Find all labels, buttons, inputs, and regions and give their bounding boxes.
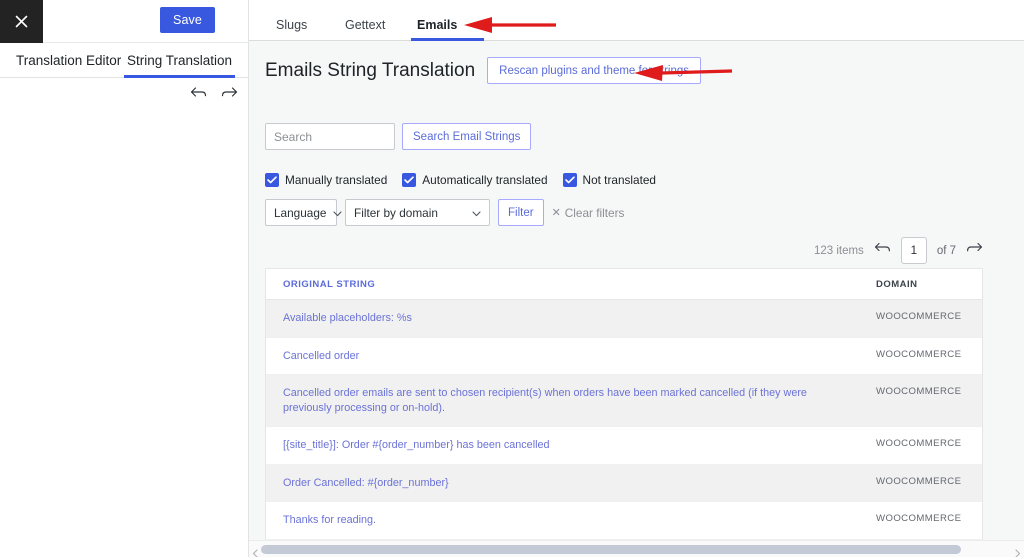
- checkmark-icon: [265, 173, 279, 187]
- original-string-link[interactable]: Thanks for reading.: [283, 514, 376, 526]
- undo-arrow-icon[interactable]: [190, 86, 207, 105]
- scroll-left-icon[interactable]: [252, 545, 259, 557]
- original-string-link[interactable]: Cancelled order: [283, 350, 359, 362]
- search-input[interactable]: [265, 123, 395, 150]
- main-panel: Slugs Gettext Emails Emails String Trans…: [249, 0, 1024, 557]
- checkbox-automatically-translated[interactable]: Automatically translated: [402, 173, 548, 187]
- cell-original-string: Available placeholders: %s: [266, 299, 862, 338]
- table-row[interactable]: Order Cancelled: #{order_number} WOOCOMM…: [266, 464, 982, 503]
- cell-domain: WOOCOMMERCE: [862, 337, 982, 376]
- cell-domain: WOOCOMMERCE: [862, 501, 982, 540]
- table-row[interactable]: [{site_title}]: Order #{order_number} ha…: [266, 426, 982, 465]
- tab-translation-editor[interactable]: Translation Editor: [16, 53, 121, 77]
- table-head: ORIGINAL STRING DOMAIN: [266, 269, 982, 300]
- strings-table: ORIGINAL STRING DOMAIN Available placeho…: [266, 269, 982, 557]
- cell-domain: WOOCOMMERCE: [862, 299, 982, 338]
- translation-status-filters: Manually translated Automatically transl…: [265, 173, 656, 187]
- language-select[interactable]: Language: [265, 199, 342, 226]
- checkbox-not-translated[interactable]: Not translated: [562, 173, 656, 187]
- chevron-down-icon: [472, 206, 481, 220]
- clear-filters-label: Clear filters: [564, 205, 625, 220]
- left-panel-tabs: Translation Editor String Translation: [0, 43, 248, 78]
- tab-gettext[interactable]: Gettext: [345, 18, 385, 32]
- clear-filters-button[interactable]: ✕ Clear filters: [552, 206, 625, 220]
- redo-arrow-icon[interactable]: [221, 86, 238, 105]
- search-email-strings-button[interactable]: Search Email Strings: [402, 123, 532, 150]
- save-button[interactable]: Save: [160, 7, 215, 33]
- original-string-link[interactable]: Cancelled order emails are sent to chose…: [283, 387, 807, 414]
- chevron-down-icon: [332, 206, 342, 220]
- column-header-domain[interactable]: DOMAIN: [862, 269, 982, 300]
- checkmark-icon: [402, 173, 417, 187]
- original-string-link[interactable]: Order Cancelled: #{order_number}: [283, 477, 449, 489]
- table-row[interactable]: Thanks for reading. WOOCOMMERCE: [266, 501, 982, 540]
- checkbox-label: Automatically translated: [422, 173, 548, 187]
- search-bar: Search Email Strings: [265, 123, 532, 150]
- pagination-controls: 123 items of 7: [814, 237, 983, 264]
- table-row[interactable]: Cancelled order WOOCOMMERCE: [266, 337, 982, 376]
- page-title: Emails String Translation: [265, 59, 476, 81]
- checkbox-label: Manually translated: [285, 173, 388, 187]
- apply-filter-button[interactable]: Filter: [498, 199, 544, 226]
- cell-domain: WOOCOMMERCE: [862, 374, 982, 428]
- tab-slugs[interactable]: Slugs: [276, 18, 307, 32]
- cell-domain: WOOCOMMERCE: [862, 426, 982, 465]
- cell-domain: WOOCOMMERCE: [862, 464, 982, 503]
- page-header: Emails String Translation Rescan plugins…: [265, 57, 702, 84]
- cell-original-string: [{site_title}]: Order #{order_number} ha…: [266, 426, 862, 465]
- left-translation-panel: Save Translation Editor String Translati…: [0, 0, 249, 557]
- scrollbar-thumb[interactable]: [261, 545, 961, 554]
- table-body: Available placeholders: %s WOOCOMMERCE C…: [266, 299, 982, 557]
- cell-original-string: Thanks for reading.: [266, 501, 862, 540]
- language-select-value: Language: [274, 205, 327, 220]
- checkbox-manually-translated[interactable]: Manually translated: [265, 173, 387, 187]
- original-string-link[interactable]: Available placeholders: %s: [283, 312, 412, 324]
- app-window: Save Translation Editor String Translati…: [0, 0, 1024, 557]
- horizontal-scrollbar[interactable]: [249, 540, 1024, 557]
- tab-string-translation[interactable]: String Translation: [123, 53, 236, 78]
- table-header-row: ORIGINAL STRING DOMAIN: [266, 269, 982, 300]
- column-header-original-string[interactable]: ORIGINAL STRING: [266, 269, 862, 300]
- undo-redo-controls: [190, 86, 238, 105]
- filter-controls: Language Filter by domain Filter ✕ Clear…: [265, 199, 624, 226]
- arrow-left-icon[interactable]: [874, 242, 891, 260]
- table-right-gutter: [983, 268, 1024, 557]
- rescan-strings-button[interactable]: Rescan plugins and theme for strings: [487, 57, 702, 84]
- domain-select-value: Filter by domain: [354, 205, 438, 220]
- close-button[interactable]: [0, 0, 43, 43]
- close-x-icon: ✕: [551, 207, 561, 219]
- strings-table-container: ORIGINAL STRING DOMAIN Available placeho…: [265, 268, 983, 557]
- cell-original-string: Cancelled order emails are sent to chose…: [266, 374, 862, 428]
- items-count-label: 123 items: [813, 244, 864, 257]
- total-pages-label: of 7: [936, 244, 956, 257]
- scroll-right-icon[interactable]: [1014, 545, 1021, 557]
- left-panel-toolbar: Save: [0, 0, 248, 43]
- checkmark-icon: [562, 173, 577, 187]
- table-row[interactable]: Cancelled order emails are sent to chose…: [266, 374, 982, 428]
- tab-emails[interactable]: Emails: [417, 18, 457, 32]
- checkbox-label: Not translated: [582, 173, 656, 187]
- close-icon: [14, 14, 29, 29]
- original-string-link[interactable]: [{site_title}]: Order #{order_number} ha…: [283, 439, 550, 451]
- main-tab-bar: Slugs Gettext Emails: [249, 0, 1024, 41]
- table-row[interactable]: Available placeholders: %s WOOCOMMERCE: [266, 299, 982, 338]
- cell-original-string: Cancelled order: [266, 337, 862, 376]
- domain-filter-select[interactable]: Filter by domain: [345, 199, 490, 226]
- current-page-input[interactable]: [900, 237, 927, 264]
- arrow-right-icon[interactable]: [966, 242, 983, 260]
- main-content-area: Emails String Translation Rescan plugins…: [249, 41, 1024, 557]
- cell-original-string: Order Cancelled: #{order_number}: [266, 464, 862, 503]
